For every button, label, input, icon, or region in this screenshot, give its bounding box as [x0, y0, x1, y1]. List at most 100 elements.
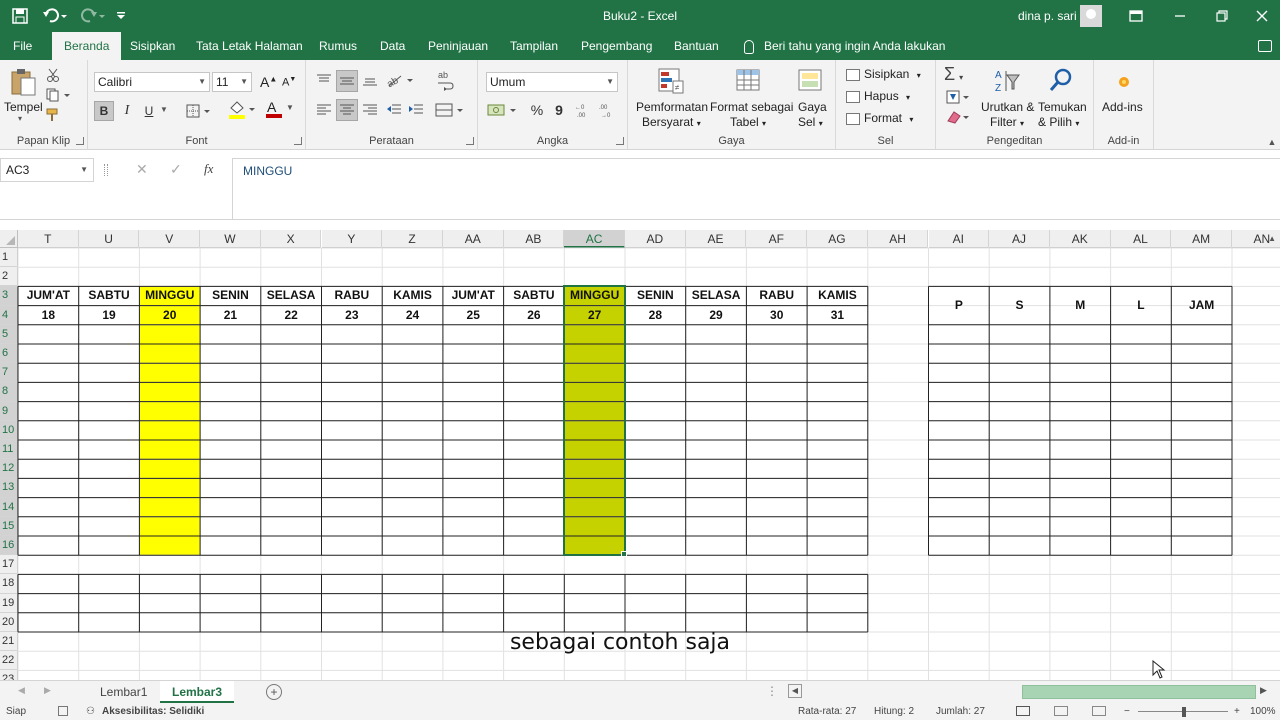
percent-button[interactable]: %: [528, 100, 546, 120]
align-bottom-icon[interactable]: [360, 70, 380, 90]
number-launcher-icon[interactable]: [616, 137, 624, 145]
copy-icon[interactable]: [44, 86, 74, 104]
tab-view[interactable]: Tampilan: [510, 32, 558, 60]
tab-insert[interactable]: Sisipkan: [130, 32, 175, 60]
date-cell[interactable]: 21: [200, 306, 261, 325]
tab-page-layout[interactable]: Tata Letak Halaman: [196, 32, 303, 60]
day-cell[interactable]: SABTU: [79, 286, 140, 305]
alignment-launcher-icon[interactable]: [466, 137, 474, 145]
day-cell[interactable]: KAMIS: [807, 286, 868, 305]
normal-view-icon[interactable]: [1016, 706, 1030, 716]
currency-icon[interactable]: [486, 100, 520, 120]
sheet-tab-lembar3[interactable]: Lembar3: [160, 681, 235, 703]
date-cell[interactable]: 26: [504, 306, 565, 325]
name-box[interactable]: AC3 ▼: [0, 158, 94, 182]
day-cell[interactable]: SELASA: [261, 286, 322, 305]
sort-filter-icon[interactable]: AZ: [992, 66, 1022, 96]
tab-data[interactable]: Data: [380, 32, 405, 60]
delete-cells-button[interactable]: Hapus ▾: [846, 89, 910, 103]
addins-icon[interactable]: [1112, 70, 1136, 94]
comma-style-button[interactable]: 9: [550, 100, 568, 120]
font-name-select[interactable]: Calibri ▼: [94, 72, 210, 92]
summary-header-cell[interactable]: L: [1111, 286, 1172, 324]
day-cell[interactable]: SENIN: [625, 286, 686, 305]
wrap-text-icon[interactable]: ab: [434, 68, 456, 92]
font-launcher-icon[interactable]: [294, 137, 302, 145]
redo-icon[interactable]: [78, 6, 108, 26]
fill-handle[interactable]: [621, 551, 627, 558]
resize-handle-icon[interactable]: [104, 164, 108, 176]
decrease-decimal-icon[interactable]: .00 →0: [598, 100, 618, 120]
cell-styles-button-line2[interactable]: Sel ▾: [798, 115, 823, 129]
tell-me-search[interactable]: Beri tahu yang ingin Anda lakukan: [744, 32, 945, 60]
cell-styles-button[interactable]: Gaya: [798, 100, 827, 114]
scroll-left-icon[interactable]: ◀: [788, 684, 802, 698]
underline-dropdown-icon[interactable]: ▼: [160, 105, 168, 114]
merge-center-icon[interactable]: [434, 100, 466, 120]
save-icon[interactable]: [10, 6, 30, 26]
formula-input[interactable]: MINGGU: [232, 158, 1280, 220]
day-cell[interactable]: KAMIS: [382, 286, 443, 305]
day-cell[interactable]: JUM'AT: [443, 286, 504, 305]
cell-styles-icon[interactable]: [796, 66, 826, 96]
bold-button[interactable]: B: [94, 101, 114, 121]
day-cell[interactable]: RABU: [322, 286, 383, 305]
cut-icon[interactable]: [44, 66, 62, 84]
find-select-button[interactable]: Temukan: [1038, 100, 1087, 114]
align-center-icon[interactable]: [336, 99, 358, 121]
date-cell[interactable]: 24: [382, 306, 443, 325]
shrink-font-button[interactable]: A▼: [282, 76, 296, 89]
cancel-icon[interactable]: ✕: [136, 161, 148, 178]
font-color-button[interactable]: A ▼: [264, 99, 296, 121]
minimize-icon[interactable]: [1166, 4, 1194, 28]
format-as-table-icon[interactable]: [734, 66, 764, 96]
align-top-icon[interactable]: [314, 70, 334, 90]
clear-icon[interactable]: [944, 108, 974, 126]
scroll-right-icon[interactable]: ▶: [1260, 685, 1267, 696]
align-right-icon[interactable]: [360, 100, 380, 120]
increase-decimal-icon[interactable]: ←0.00: [574, 100, 594, 120]
italic-button[interactable]: I: [118, 101, 136, 121]
tab-review[interactable]: Peninjauan: [428, 32, 488, 60]
conditional-formatting-icon[interactable]: ≠: [656, 66, 686, 96]
tab-formulas[interactable]: Rumus: [319, 32, 357, 60]
tab-home[interactable]: Beranda: [52, 32, 122, 60]
align-left-icon[interactable]: [314, 100, 334, 120]
day-cell[interactable]: SABTU: [504, 286, 565, 305]
ribbon-display-icon[interactable]: [1122, 4, 1150, 28]
summary-header-cell[interactable]: S: [989, 286, 1050, 324]
collapse-ribbon-icon[interactable]: ▲: [1266, 136, 1278, 148]
avatar[interactable]: [1080, 5, 1102, 27]
page-break-view-icon[interactable]: [1092, 706, 1106, 716]
worksheet-grid[interactable]: T U V W X Y Z AA AB AC AD AE AF AG AH AI AJ AK AL AM AN 1234…: [0, 230, 1280, 680]
macro-record-icon[interactable]: [58, 706, 68, 716]
orientation-icon[interactable]: ab: [384, 70, 416, 90]
date-cell[interactable]: 29: [686, 306, 747, 325]
number-format-select[interactable]: Umum ▼: [486, 72, 618, 92]
fill-color-icon[interactable]: [226, 99, 258, 121]
zoom-in-icon[interactable]: +: [1234, 706, 1240, 717]
borders-icon[interactable]: [184, 101, 214, 121]
prev-sheet-icon[interactable]: ◀: [18, 685, 25, 696]
add-sheet-button[interactable]: +: [266, 684, 282, 700]
paste-button[interactable]: Tempel: [4, 100, 43, 114]
next-sheet-icon[interactable]: ▶: [44, 685, 51, 696]
addins-button[interactable]: Add-ins: [1102, 100, 1143, 114]
date-cell[interactable]: 30: [746, 306, 807, 325]
summary-header-cell[interactable]: JAM: [1171, 286, 1232, 324]
fill-icon[interactable]: [944, 88, 974, 106]
font-size-select[interactable]: 11 ▼: [212, 72, 252, 92]
tab-file[interactable]: File: [13, 32, 32, 60]
scroll-up-icon[interactable]: ▲: [1268, 234, 1276, 243]
paste-dropdown-icon[interactable]: ▾: [18, 114, 22, 123]
decrease-indent-icon[interactable]: [384, 100, 404, 120]
sheet-tab-lembar1[interactable]: Lembar1: [88, 681, 159, 703]
insert-cells-button[interactable]: Sisipkan ▾: [846, 67, 921, 81]
summary-header-cell[interactable]: M: [1050, 286, 1111, 324]
date-cell[interactable]: 20: [139, 306, 200, 325]
find-select-button-line2[interactable]: & Pilih ▾: [1038, 115, 1079, 129]
format-cells-button[interactable]: Format ▾: [846, 111, 913, 125]
date-cell[interactable]: 23: [322, 306, 383, 325]
zoom-slider-thumb[interactable]: [1182, 707, 1186, 717]
enter-icon[interactable]: ✓: [170, 161, 182, 178]
